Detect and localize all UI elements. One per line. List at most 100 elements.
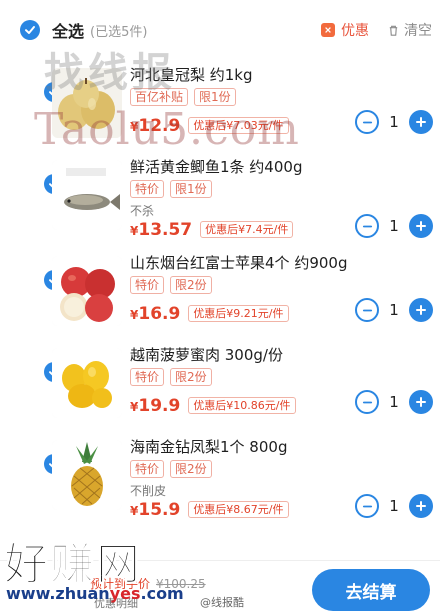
promo-label: 优惠 [341, 23, 369, 39]
decrease-quantity-button[interactable] [355, 214, 379, 238]
price-value: 15.9 [138, 500, 181, 520]
quantity-value[interactable]: 1 [379, 497, 409, 515]
price-row: ¥16.9 优惠后¥9.21元/件 [130, 304, 289, 324]
after-promo-price: 优惠后¥7.03元/件 [188, 117, 289, 134]
selected-count: (已选5件) [90, 24, 148, 40]
quantity-stepper: 1 [355, 110, 433, 134]
product-tag: 特价 [130, 180, 165, 198]
increase-quantity-button[interactable] [409, 494, 433, 518]
product-price: ¥16.9 [130, 304, 180, 324]
product-image[interactable] [52, 160, 122, 230]
product-note: 不杀 [130, 204, 155, 218]
total-row: 预计到手价 ¥100.25 [90, 575, 206, 592]
product-tags: 百亿补贴 限1份 [130, 88, 236, 106]
decrease-quantity-button[interactable] [355, 298, 379, 322]
decrease-quantity-button[interactable] [355, 494, 379, 518]
price-value: 13.57 [138, 220, 193, 240]
product-tag: 限2份 [170, 368, 212, 386]
product-tag: 限2份 [170, 276, 212, 294]
checkmark-icon [25, 26, 35, 34]
product-title[interactable]: 海南金钻凤梨1个 800g [130, 436, 287, 457]
product-tag: 限1份 [170, 180, 212, 198]
minus-icon [362, 309, 372, 311]
price-row: ¥19.9 优惠后¥10.86元/件 [130, 396, 296, 416]
price-row: ¥12.9 优惠后¥7.03元/件 [130, 116, 289, 136]
checkout-bar: 预计到手价 ¥100.25 优惠明细 去结算 [0, 560, 440, 616]
increase-quantity-button[interactable] [409, 214, 433, 238]
price-row: ¥13.57 优惠后¥7.4元/件 [130, 220, 294, 240]
minus-icon [362, 121, 372, 123]
price-value: 12.9 [138, 116, 181, 136]
cart-item: 鲜活黄金鲫鱼1条 约400g 特价 限1份 不杀 ¥13.57 优惠后¥7.4元/… [0, 152, 440, 248]
product-title[interactable]: 山东烟台红富士苹果4个 约900g [130, 252, 347, 273]
quantity-value[interactable]: 1 [379, 393, 409, 411]
cart-item: 河北皇冠梨 约1kg 百亿补贴 限1份 ¥12.9 优惠后¥7.03元/件 1 [0, 60, 440, 152]
cart-item: 海南金钻凤梨1个 800g 特价 限2份 不削皮 ¥15.9 优惠后¥8.67元/… [0, 432, 440, 532]
plus-icon [416, 501, 426, 511]
decrease-quantity-button[interactable] [355, 110, 379, 134]
quantity-stepper: 1 [355, 298, 433, 322]
product-price: ¥19.9 [130, 396, 180, 416]
product-note: 不削皮 [130, 484, 167, 498]
product-title[interactable]: 鲜活黄金鲫鱼1条 约400g [130, 156, 302, 177]
total-label: 预计到手价 [90, 577, 151, 591]
product-price: ¥13.57 [130, 220, 192, 240]
after-promo-price: 优惠后¥8.67元/件 [188, 501, 289, 518]
quantity-value[interactable]: 1 [379, 217, 409, 235]
plus-icon [416, 305, 426, 315]
price-value: 19.9 [138, 396, 181, 416]
product-tags: 特价 限1份 [130, 180, 212, 198]
select-all-checkbox[interactable] [20, 20, 40, 40]
product-image[interactable] [52, 68, 122, 138]
promo-detail-link[interactable]: 优惠明细 [94, 595, 138, 611]
increase-quantity-button[interactable] [409, 298, 433, 322]
minus-icon [362, 505, 372, 507]
clear-button[interactable]: 清空 [387, 20, 432, 40]
product-tag: 特价 [130, 368, 165, 386]
product-tag: 特价 [130, 276, 165, 294]
promo-button[interactable]: 优惠 [321, 20, 369, 40]
minus-icon [362, 225, 372, 227]
after-promo-price: 优惠后¥9.21元/件 [188, 305, 289, 322]
quantity-value[interactable]: 1 [379, 113, 409, 131]
product-price: ¥12.9 [130, 116, 180, 136]
product-title[interactable]: 越南菠萝蜜肉 300g/份 [130, 344, 283, 365]
after-promo-price: 优惠后¥7.4元/件 [200, 221, 294, 238]
plus-icon [416, 221, 426, 231]
cart-header: 全选 (已选5件) 优惠 清空 [0, 0, 440, 60]
quantity-stepper: 1 [355, 214, 433, 238]
price-row: ¥15.9 优惠后¥8.67元/件 [130, 500, 289, 520]
increase-quantity-button[interactable] [409, 110, 433, 134]
product-title[interactable]: 河北皇冠梨 约1kg [130, 64, 253, 85]
quantity-value[interactable]: 1 [379, 301, 409, 319]
cart-item: 山东烟台红富士苹果4个 约900g 特价 限2份 ¥16.9 优惠后¥9.21元/… [0, 248, 440, 340]
original-total: ¥100.25 [156, 577, 206, 591]
select-all-label[interactable]: 全选 [52, 18, 84, 42]
plus-icon [416, 397, 426, 407]
promo-icon [321, 23, 335, 37]
product-tag: 百亿补贴 [130, 88, 189, 106]
product-image[interactable] [52, 440, 122, 510]
product-price: ¥15.9 [130, 500, 180, 520]
product-tags: 特价 限2份 [130, 276, 212, 294]
cart-item: 越南菠萝蜜肉 300g/份 特价 限2份 ¥19.9 优惠后¥10.86元/件 1 [0, 340, 440, 432]
quantity-stepper: 1 [355, 390, 433, 414]
product-image[interactable] [52, 256, 122, 326]
product-tag: 限2份 [170, 460, 212, 478]
after-promo-price: 优惠后¥10.86元/件 [188, 397, 296, 414]
product-tag: 特价 [130, 460, 165, 478]
checkout-button[interactable]: 去结算 [312, 569, 430, 611]
product-tags: 特价 限2份 [130, 460, 212, 478]
increase-quantity-button[interactable] [409, 390, 433, 414]
product-image[interactable] [52, 348, 122, 418]
trash-icon [389, 25, 398, 36]
cart-page: 全选 (已选5件) 优惠 清空 河北皇冠梨 约1kg 百亿补贴 限1份 ¥12.… [0, 0, 440, 616]
minus-icon [362, 401, 372, 403]
quantity-stepper: 1 [355, 494, 433, 518]
product-tag: 限1份 [194, 88, 236, 106]
price-value: 16.9 [138, 304, 181, 324]
plus-icon [416, 117, 426, 127]
product-tags: 特价 限2份 [130, 368, 212, 386]
decrease-quantity-button[interactable] [355, 390, 379, 414]
clear-label: 清空 [404, 23, 432, 39]
